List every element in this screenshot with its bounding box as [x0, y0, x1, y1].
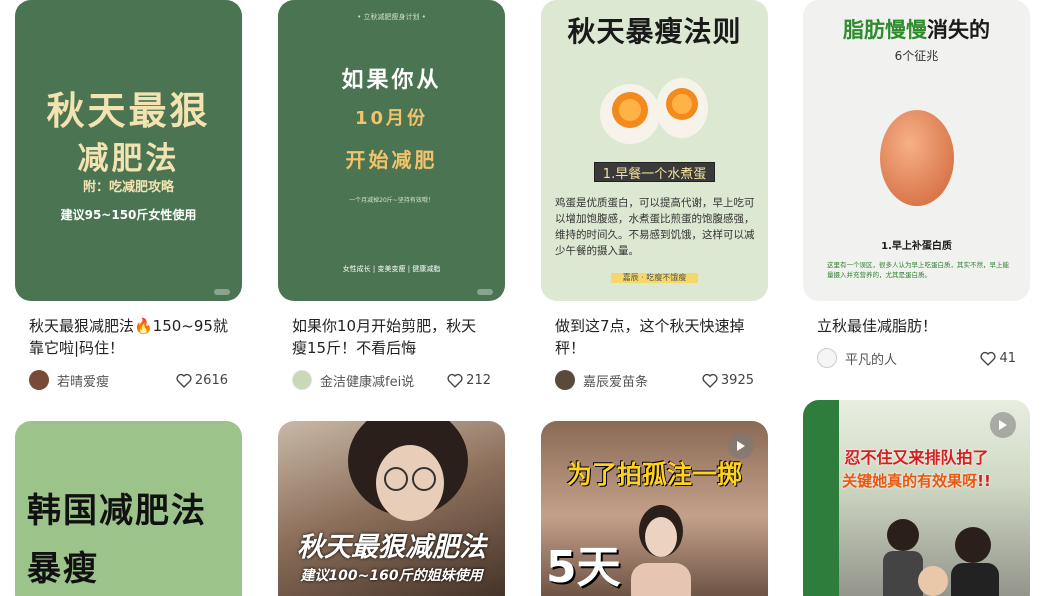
note-cover[interactable]: 忍不住又来排队拍了 关键她真的有效果呀!!: [803, 400, 1030, 596]
egg-image: [880, 110, 954, 206]
note-cover[interactable]: 秋天最狠减肥法 建议100~160斤的姐妹使用: [278, 421, 505, 596]
play-button[interactable]: [728, 433, 754, 459]
author-name[interactable]: 平凡的人: [845, 349, 980, 368]
like-button[interactable]: 41: [980, 351, 1016, 366]
cover-subtitle-accent: !!: [977, 472, 991, 490]
like-button[interactable]: 3925: [702, 373, 754, 388]
note-title[interactable]: 如果你10月开始剪肥，秋天瘦15斤！不看后悔: [292, 315, 491, 359]
avatar[interactable]: [29, 370, 49, 390]
cover-title: 秋天暴瘦法则: [567, 15, 742, 48]
note-card[interactable]: 秋天最狠 减肥法 附：吃减肥攻略 建议95~150斤女性使用 秋天最狠减肥法🔥1…: [15, 0, 242, 391]
note-feed: 秋天最狠 减肥法 附：吃减肥攻略 建议95~150斤女性使用 秋天最狠减肥法🔥1…: [0, 0, 1060, 596]
note-card[interactable]: 秋天最狠减肥法 建议100~160斤的姐妹使用: [278, 421, 505, 596]
cover-subtitle-text: 关键她真的有效果呀: [842, 472, 978, 490]
boiled-egg-image: [600, 78, 708, 144]
like-button[interactable]: 212: [447, 373, 491, 388]
note-meta: 嘉辰爱苗条 3925: [555, 369, 754, 391]
note-cover[interactable]: 脂肪慢慢消失的 6个征兆 1.早上补蛋白质 这里有一个误区，很多人认为早上吃蛋白…: [803, 0, 1030, 301]
play-icon: [999, 420, 1007, 430]
avatar[interactable]: [555, 370, 575, 390]
cover-title: 为了拍孤注一掷: [566, 460, 742, 489]
note-meta: 金洁健康减fei说 212: [292, 369, 491, 391]
cover-tagline: • 立秋减肥瘦身计划 •: [357, 13, 426, 21]
cover-subtitle: 建议100~160斤的姐妹使用: [300, 568, 483, 584]
author-name[interactable]: 金洁健康减fei说: [320, 371, 447, 390]
cover-subtitle: 暴瘦: [27, 549, 99, 589]
play-button[interactable]: [990, 412, 1016, 438]
note-title[interactable]: 做到这7点，这个秋天快速掉秤！: [555, 315, 754, 359]
like-count: 212: [466, 372, 491, 388]
like-count: 41: [999, 350, 1016, 366]
cover-title-highlight: 脂肪慢慢: [843, 18, 927, 42]
step-label: 1.早餐一个水煮蛋: [602, 167, 707, 182]
note-title[interactable]: 秋天最狠减肥法🔥150~95就靠它啦|码住！: [29, 315, 228, 359]
cover-title: 秋天最狠减肥法: [297, 532, 486, 563]
note-cover[interactable]: • 立秋减肥瘦身计划 • 如果你从 10月份 开始减肥 一个月减掉20斤~坚持有…: [278, 0, 505, 301]
note-cover[interactable]: 秋天最狠 减肥法 附：吃减肥攻略 建议95~150斤女性使用: [15, 0, 242, 301]
cover-title: 韩国减肥法: [27, 491, 207, 531]
cover-title: 秋天最狠: [46, 89, 211, 133]
avatar[interactable]: [292, 370, 312, 390]
cover-body: 这里有一个误区，很多人认为早上吃蛋白质，其实不然，早上能量摄入并充营养的，尤其是…: [827, 261, 1009, 279]
heart-icon: [447, 373, 463, 388]
avatar[interactable]: [817, 348, 837, 368]
crowd-photo: [883, 519, 999, 596]
note-meta: 平凡的人 41: [817, 347, 1016, 369]
note-cover[interactable]: 韩国减肥法 暴瘦: [15, 421, 242, 596]
cover-subtitle: 减肥法: [77, 141, 180, 177]
cover-body: 鸡蛋是优质蛋白，可以提高代谢，早上吃可以增加饱腹感，水煮蛋比煎蛋的饱腹感强，维持…: [555, 197, 755, 257]
cover-subtitle: 开始减肥: [345, 148, 438, 172]
cover-subtitle: 6个征兆: [894, 49, 939, 63]
cover-indicator: [477, 289, 493, 295]
heart-icon: [702, 373, 718, 388]
note-card[interactable]: 秋天暴瘦法则 1.早餐一个水煮蛋 鸡蛋是优质蛋白，可以提高代谢，早上吃可以增加饱…: [541, 0, 768, 391]
like-count: 2616: [194, 372, 228, 388]
cover-note: 一个月减掉20斤~坚持有效哦！: [349, 197, 434, 204]
note-card[interactable]: 忍不住又来排队拍了 关键她真的有效果呀!!: [803, 400, 1030, 596]
cover-title: 如果你从: [341, 68, 442, 93]
cover-title-rest: 消失的: [927, 18, 990, 42]
wall-panel: [803, 400, 839, 596]
cover-subtitle: 10月份: [354, 108, 429, 129]
step-label: 1.早上补蛋白质: [881, 241, 952, 252]
note-meta: 若晴爱瘦 2616: [29, 369, 228, 391]
cover-footer: 女性成长 | 变美变瘦 | 健康减脂: [342, 265, 441, 273]
person-photo: [348, 421, 468, 521]
cover-indicator: [214, 289, 230, 295]
cover-tip: 建议95~150斤女性使用: [60, 208, 197, 222]
cover-title: 脂肪慢慢消失的: [803, 14, 1030, 44]
like-button[interactable]: 2616: [176, 373, 228, 388]
author-name[interactable]: 若晴爱瘦: [57, 371, 176, 390]
note-card[interactable]: 为了拍孤注一掷 5天: [541, 421, 768, 596]
person-photo: [631, 505, 691, 596]
cover-subtitle: 关键她真的有效果呀!!: [803, 470, 1030, 491]
note-card[interactable]: 脂肪慢慢消失的 6个征兆 1.早上补蛋白质 这里有一个误区，很多人认为早上吃蛋白…: [803, 0, 1030, 369]
play-icon: [737, 441, 745, 451]
like-count: 3925: [720, 372, 754, 388]
heart-icon: [176, 373, 192, 388]
note-card[interactable]: 韩国减肥法 暴瘦: [15, 421, 242, 596]
author-name[interactable]: 嘉辰爱苗条: [583, 371, 702, 390]
note-cover[interactable]: 秋天暴瘦法则 1.早餐一个水煮蛋 鸡蛋是优质蛋白，可以提高代谢，早上吃可以增加饱…: [541, 0, 768, 301]
note-cover[interactable]: 为了拍孤注一掷 5天: [541, 421, 768, 596]
cover-tag: 嘉辰 · 吃瘦不饿瘦: [622, 273, 687, 282]
cover-subtitle: 5天: [546, 542, 621, 593]
note-title[interactable]: 立秋最佳减脂肪！: [817, 315, 1016, 337]
heart-icon: [980, 351, 997, 366]
cover-note: 附：吃减肥攻略: [82, 180, 174, 195]
note-card[interactable]: • 立秋减肥瘦身计划 • 如果你从 10月份 开始减肥 一个月减掉20斤~坚持有…: [278, 0, 505, 391]
cover-title: 忍不住又来排队拍了: [844, 448, 989, 467]
